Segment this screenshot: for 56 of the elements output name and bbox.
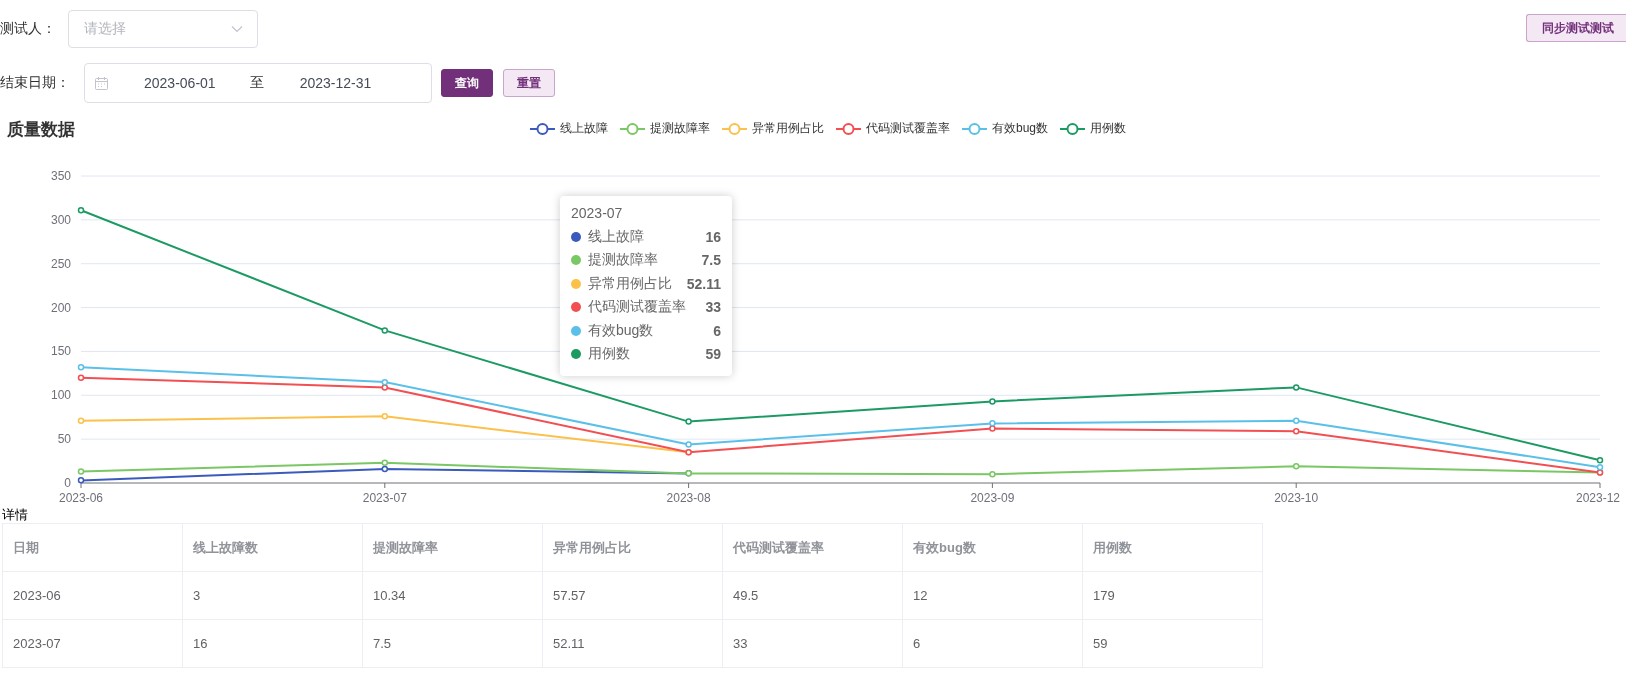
table-cell: 2023-06 xyxy=(2,571,183,620)
column-header: 代码测试覆盖率 xyxy=(722,523,903,572)
end-date: 2023-12-31 xyxy=(299,75,372,91)
tooltip-title: 2023-07 xyxy=(571,205,624,221)
table-cell: 6 xyxy=(902,619,1083,668)
section-title: 详情 xyxy=(2,506,29,523)
table-cell: 59 xyxy=(1082,619,1263,668)
series-name: 代码测试覆盖率 xyxy=(588,298,686,317)
table-cell: 49.5 xyxy=(722,571,903,620)
axis-tick-label: 2023-10 xyxy=(1274,491,1319,505)
axis-tick-label: 350 xyxy=(50,169,71,183)
axis-tick-label: 2023-12 xyxy=(1576,491,1620,505)
series-value: 6 xyxy=(713,322,721,339)
chart-title: 质量数据 xyxy=(7,118,75,141)
series-name: 提测故障率 xyxy=(588,251,658,270)
series-value: 59 xyxy=(705,346,721,363)
axis-tick-label: 100 xyxy=(50,388,71,403)
axis-tick-label: 50 xyxy=(57,432,71,447)
axis-tick-label: 150 xyxy=(50,344,71,359)
series-value: 33 xyxy=(705,299,721,316)
series-value: 7.5 xyxy=(701,252,721,269)
axis-tick-label: 200 xyxy=(50,300,71,315)
series-name: 有效bug数 xyxy=(588,321,654,340)
axis-tick-label: 2023-06 xyxy=(59,491,103,505)
axis-tick-label: 2023-08 xyxy=(666,491,711,505)
start-date: 2023-06-01 xyxy=(144,75,216,91)
column-header: 异常用例占比 xyxy=(542,523,723,572)
table-cell: 57.57 xyxy=(542,571,723,620)
column-header: 用例数 xyxy=(1082,523,1263,572)
series-name: 异常用例占比 xyxy=(588,274,672,293)
table-cell: 16 xyxy=(182,619,363,668)
field-label: 测试人： xyxy=(0,20,57,38)
column-header: 日期 xyxy=(2,523,183,572)
table-cell: 33 xyxy=(722,619,903,668)
series-name: 用例数 xyxy=(588,345,630,364)
axis-tick-label: 300 xyxy=(50,212,71,227)
range-separator: 至 xyxy=(249,74,264,92)
table-cell: 52.11 xyxy=(542,619,723,668)
column-header: 线上故障数 xyxy=(182,523,363,572)
column-header: 提测故障率 xyxy=(362,523,543,572)
field-label: 结束日期： xyxy=(0,74,71,92)
table-cell: 7.5 xyxy=(362,619,543,668)
table-cell: 179 xyxy=(1082,571,1263,620)
axis-tick-label: 0 xyxy=(64,476,71,490)
table-cell: 2023-07 xyxy=(2,619,183,668)
axis-tick-label: 250 xyxy=(50,256,71,271)
series-value: 52.11 xyxy=(686,275,721,292)
table-cell: 10.34 xyxy=(362,571,543,620)
axis-tick-label: 2023-07 xyxy=(362,491,407,505)
select-placeholder: 请选择 xyxy=(84,20,126,38)
axis-tick-label: 2023-09 xyxy=(970,491,1015,505)
table-cell: 3 xyxy=(182,571,363,620)
series-name: 线上故障 xyxy=(588,227,644,246)
table-cell: 12 xyxy=(902,571,1083,620)
series-value: 16 xyxy=(705,228,721,245)
column-header: 有效bug数 xyxy=(902,523,1083,572)
